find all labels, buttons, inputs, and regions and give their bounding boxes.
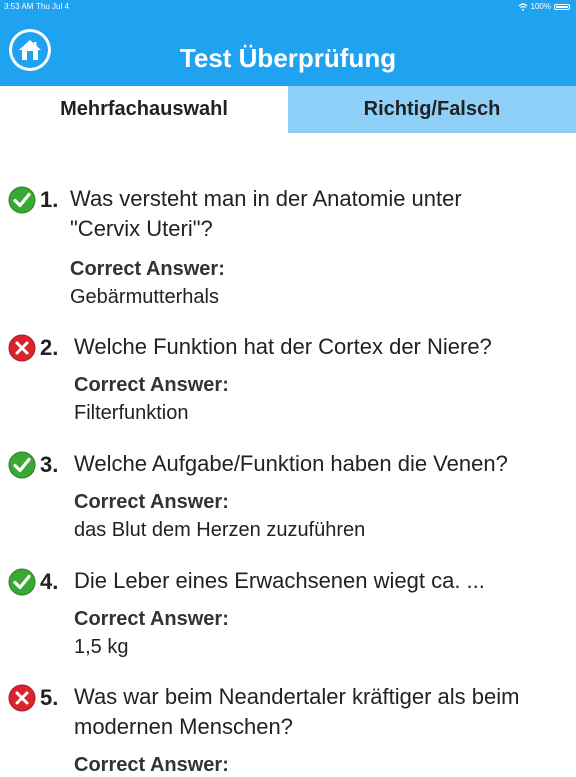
wrong-cross-icon xyxy=(8,334,36,362)
status-time: 3:53 AM xyxy=(4,2,34,11)
battery-percent: 100% xyxy=(530,2,551,11)
question-number: 1. xyxy=(40,187,59,212)
question-text-line2: modernen Menschen? xyxy=(74,714,293,739)
tab-richtig-falsch[interactable]: Richtig/Falsch xyxy=(288,86,576,133)
question-text-line1: Die Leber eines Erwachsenen wiegt ca. ..… xyxy=(74,568,485,593)
correct-answer-label: Correct Answer: xyxy=(74,754,229,776)
status-date: Thu Jul 4 xyxy=(36,2,69,11)
battery-icon xyxy=(554,3,570,10)
header: Test Überprüfung xyxy=(0,12,576,86)
question-number: 4. xyxy=(40,569,59,594)
question-text-line1: Was versteht man in der Anatomie unter xyxy=(70,186,462,211)
question-text-line2: "Cervix Uteri"? xyxy=(70,216,213,241)
question-number: 2. xyxy=(40,335,59,360)
page-title: Test Überprüfung xyxy=(179,43,397,73)
correct-check-icon xyxy=(8,451,36,479)
tab-bar: Mehrfachauswahl Richtig/Falsch xyxy=(0,86,576,133)
correct-answer-label: Correct Answer: xyxy=(74,374,229,396)
correct-answer-value: das Blut dem Herzen zuzuführen xyxy=(74,519,366,541)
question-text-line1: Welche Funktion hat der Cortex der Niere… xyxy=(74,334,492,359)
correct-answer-label: Correct Answer: xyxy=(74,608,229,630)
correct-answer-label: Correct Answer: xyxy=(74,491,229,513)
question-number: 3. xyxy=(40,452,59,477)
tab-mehrfachauswahl[interactable]: Mehrfachauswahl xyxy=(0,86,288,133)
question-number: 5. xyxy=(40,685,59,710)
correct-check-icon xyxy=(8,186,36,214)
status-right: 100% xyxy=(518,2,570,11)
correct-answer-label: Correct Answer: xyxy=(70,258,225,280)
question-text-line1: Welche Aufgabe/Funktion haben die Venen? xyxy=(74,451,508,476)
correct-check-icon xyxy=(8,568,36,596)
wifi-icon xyxy=(518,2,527,11)
question-text-line1: Was war beim Neandertaler kräftiger als … xyxy=(74,684,520,709)
wrong-cross-icon xyxy=(8,684,36,712)
correct-answer-value: Gebärmutterhals xyxy=(70,286,219,308)
correct-answer-value: 1,5 kg xyxy=(74,636,129,658)
correct-answer-value: Filterfunktion xyxy=(74,402,189,424)
status-bar: 3:53 AM Thu Jul 4 100% xyxy=(0,0,576,12)
